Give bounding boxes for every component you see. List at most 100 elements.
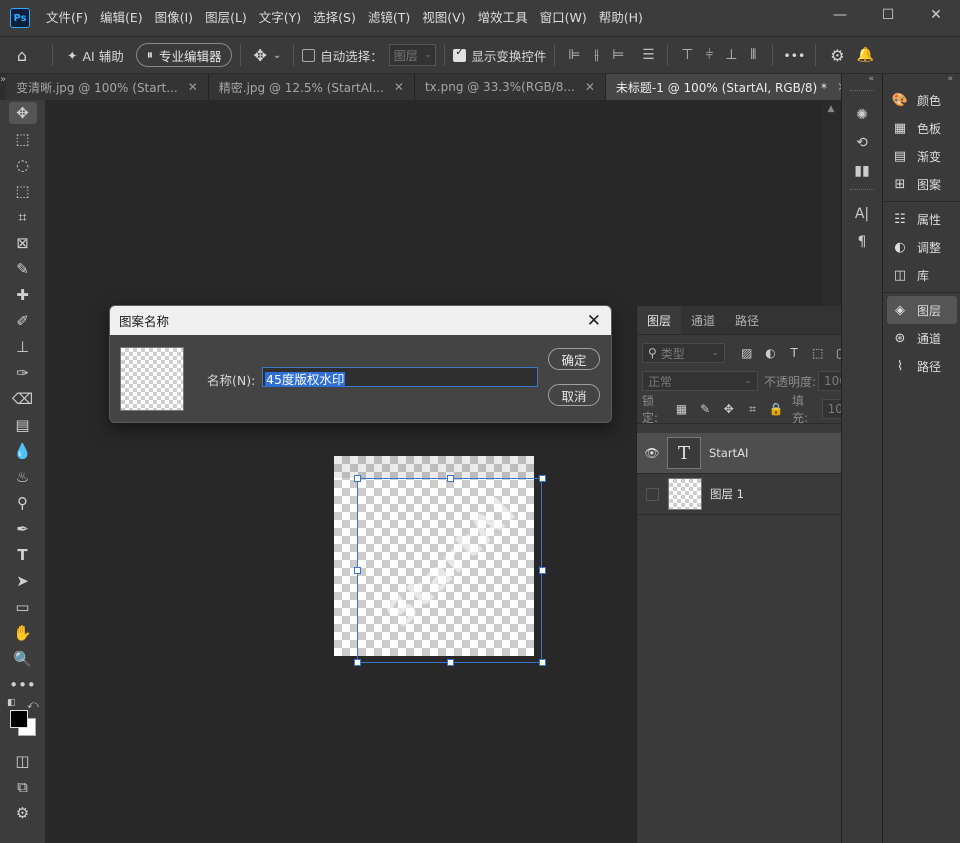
dock-item-adjustments[interactable]: ◐ 调整	[883, 233, 960, 261]
transform-bounding-box[interactable]	[357, 478, 542, 663]
eraser-tool[interactable]: ⌫	[0, 386, 45, 412]
pen-tool[interactable]: ✒	[0, 516, 45, 542]
menu-select[interactable]: 选择(S)	[307, 0, 362, 36]
screen-mode-button[interactable]: ⧉	[0, 774, 45, 800]
lasso-tool[interactable]: ◌	[0, 152, 45, 178]
dock-item-library[interactable]: ◫ 库	[883, 261, 960, 289]
type-tool[interactable]: T	[0, 542, 45, 568]
doc-tab-3[interactable]: tx.png @ 33.3%(RGB/8... ✕	[414, 74, 606, 100]
align-vcenter-icon[interactable]: ⫩	[698, 47, 720, 63]
tab-layers[interactable]: 图层	[637, 306, 682, 334]
collapse-dock-icon[interactable]: «	[883, 74, 960, 86]
history-panel-icon[interactable]: ⟲	[842, 129, 882, 157]
close-window-button[interactable]: ✕	[912, 0, 960, 30]
character-panel-icon[interactable]: A|	[842, 200, 882, 228]
lock-artboard-icon[interactable]: ⌗	[741, 402, 765, 417]
more-options-button[interactable]: •••	[781, 43, 807, 67]
ai-assist-button[interactable]: ✦ AI 辅助	[61, 43, 130, 67]
marquee-tool[interactable]: ⬚	[0, 126, 45, 152]
zoom-tool[interactable]: 🔍	[0, 646, 45, 672]
dodge-tool[interactable]: ♨	[0, 464, 45, 490]
hand-tool[interactable]: ✋	[0, 620, 45, 646]
dock-item-properties[interactable]: ☷ 属性	[883, 205, 960, 233]
menu-layer[interactable]: 图层(L)	[199, 0, 253, 36]
swap-colors-icon[interactable]: ⤺	[27, 698, 39, 712]
doc-tab-active[interactable]: 未标题-1 @ 100% (StartAI, RGB/8) *✕	[605, 74, 859, 100]
auto-select-checkbox[interactable]: 自动选择：	[302, 43, 383, 67]
transform-handle-bl[interactable]	[354, 659, 361, 666]
crop-tool[interactable]: ⌗	[0, 204, 45, 230]
eyedropper-tool[interactable]: ✎	[0, 256, 45, 282]
dock-item-swatches[interactable]: ▦ 色板	[883, 114, 960, 142]
object-select-tool[interactable]: ⬚	[0, 178, 45, 204]
menu-file[interactable]: 文件(F)	[40, 0, 94, 36]
distribute-horizontal-icon[interactable]: ⦀	[742, 47, 764, 63]
rectangle-tool[interactable]: ▭	[0, 594, 45, 620]
close-icon[interactable]: ✕	[587, 311, 601, 331]
menu-help[interactable]: 帮助(H)	[593, 0, 649, 36]
dock-item-gradient[interactable]: ▤ 渐变	[883, 142, 960, 170]
menu-image[interactable]: 图像(I)	[149, 0, 199, 36]
menu-plugins[interactable]: 增效工具	[472, 0, 534, 36]
foreground-color-swatch[interactable]	[10, 710, 28, 728]
menu-type[interactable]: 文字(Y)	[253, 0, 307, 36]
align-left-icon[interactable]: ⊫	[563, 47, 585, 63]
path-select-tool[interactable]: ➤	[0, 568, 45, 594]
dock-item-layers[interactable]: ◈ 图层	[887, 296, 957, 324]
healing-brush-tool[interactable]: ✚	[0, 282, 45, 308]
ok-button[interactable]: 确定	[548, 348, 600, 370]
brush-tool[interactable]: ✐	[0, 308, 45, 334]
menu-window[interactable]: 窗口(W)	[534, 0, 593, 36]
default-colors-icon[interactable]: ◧	[7, 698, 16, 708]
align-right-icon[interactable]: ⊨	[607, 47, 629, 63]
move-tool[interactable]: ✥	[0, 100, 45, 126]
transform-handle-r[interactable]	[539, 567, 546, 574]
transform-handle-tr[interactable]	[539, 475, 546, 482]
menu-filter[interactable]: 滤镜(T)	[362, 0, 416, 36]
transform-handle-b[interactable]	[447, 659, 454, 666]
notification-bell-icon[interactable]: 🔔	[850, 43, 880, 67]
clone-stamp-tool[interactable]: ⊥	[0, 334, 45, 360]
filter-type-icon[interactable]: T	[782, 346, 806, 360]
doc-tab-1[interactable]: 变清晰.jpg @ 100% (Start... ✕	[6, 74, 209, 100]
menu-edit[interactable]: 编辑(E)	[94, 0, 149, 36]
maximize-button[interactable]: ☐	[864, 0, 912, 30]
move-tool-preset[interactable]: ✥ ⌄	[249, 43, 285, 67]
lock-image-icon[interactable]: ✎	[693, 402, 717, 416]
color-swatches[interactable]: ◧ ⤺	[0, 698, 45, 742]
history-brush-panel-icon[interactable]: ✺	[842, 101, 882, 129]
more-tools-button[interactable]: •••	[0, 672, 45, 698]
scroll-up-icon[interactable]: ▲	[822, 104, 840, 114]
eye-icon[interactable]: 👁	[637, 446, 667, 460]
visibility-toggle-off[interactable]	[646, 487, 659, 501]
quick-mask-button[interactable]: ◫	[0, 748, 45, 774]
filter-shape-icon[interactable]: ⬚	[806, 346, 830, 360]
auto-select-target-dropdown[interactable]: 图层 ⌄	[388, 44, 437, 66]
menu-view[interactable]: 视图(V)	[416, 0, 471, 36]
transform-handle-t[interactable]	[447, 475, 454, 482]
close-tab-icon[interactable]: ✕	[394, 80, 404, 94]
actions-panel-icon[interactable]: ▮▮	[842, 157, 882, 185]
lock-position-icon[interactable]: ✥	[717, 402, 741, 416]
distribute-vertical-icon[interactable]: ☰	[637, 47, 659, 63]
tab-paths[interactable]: 路径	[725, 306, 769, 334]
filter-pixel-icon[interactable]: ▨	[735, 346, 759, 360]
filter-adjustment-icon[interactable]: ◐	[759, 346, 783, 360]
lock-all-icon[interactable]: 🔒	[764, 402, 788, 416]
transform-handle-l[interactable]	[354, 567, 361, 574]
ai-tool-button[interactable]: ⚙	[0, 800, 45, 826]
home-icon[interactable]: ⌂	[0, 43, 44, 67]
dock-item-color[interactable]: 🎨 颜色	[883, 86, 960, 114]
tab-channels[interactable]: 通道	[681, 306, 725, 334]
gear-icon[interactable]: ⚙	[824, 43, 850, 67]
minimize-button[interactable]: —	[816, 0, 864, 30]
dock-item-channels[interactable]: ⊛ 通道	[883, 324, 960, 352]
transform-handle-tl[interactable]	[354, 475, 361, 482]
align-hcenter-icon[interactable]: ⫲	[585, 47, 607, 63]
blend-mode-dropdown[interactable]: 正常 ⌄	[642, 371, 758, 391]
close-tab-icon[interactable]: ✕	[188, 80, 198, 94]
layer-filter-dropdown[interactable]: ⚲ 类型 ⌄	[642, 343, 725, 363]
dock-item-pattern[interactable]: ⊞ 图案	[883, 170, 960, 198]
show-transform-checkbox[interactable]: 显示变换控件	[453, 43, 546, 67]
lock-transparent-icon[interactable]: ▦	[670, 402, 694, 416]
